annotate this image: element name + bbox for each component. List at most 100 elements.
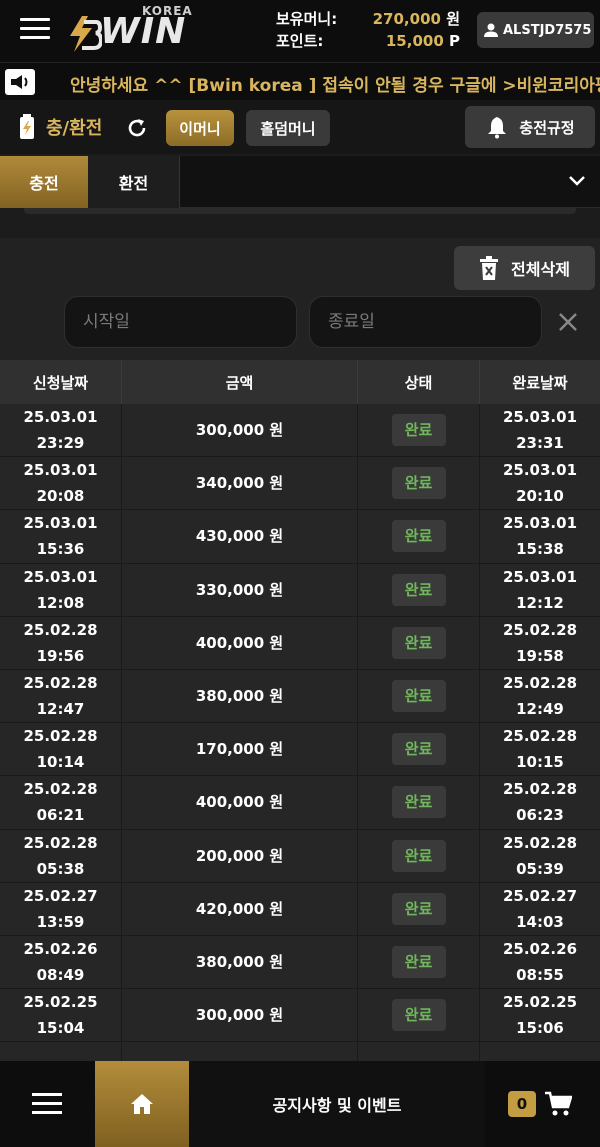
table-row[interactable]: 25.02.28 06:21 400,000 원 완료 25.02.28 06:23	[0, 776, 600, 830]
username: ALSTJD7575	[503, 22, 592, 38]
complete-date: 25.02.28	[502, 833, 578, 852]
points-value: 15,000	[385, 32, 444, 50]
header-status[interactable]: 상태	[358, 360, 480, 404]
request-date: 25.02.28	[23, 620, 98, 639]
status-cell: 완료	[358, 989, 480, 1042]
request-datetime: 25.02.28 05:38	[0, 829, 122, 882]
chevron-down-icon[interactable]	[568, 174, 586, 188]
complete-date: 25.02.28	[502, 674, 578, 693]
complete-time: 23:31	[516, 434, 564, 453]
table-row[interactable]: 25.02.25 15:04 300,000 원 완료 25.02.25 15:06	[0, 989, 600, 1043]
tab-charge[interactable]: 충전	[0, 156, 88, 208]
table-row[interactable]: 25.03.01 20:08 340,000 원 완료 25.03.01 20:10	[0, 457, 600, 511]
status-badge: 완료	[391, 573, 446, 606]
status-cell: 완료	[358, 457, 480, 510]
notice-events-button[interactable]: 공지사항 및 이벤트	[189, 1061, 485, 1147]
header-request-date[interactable]: 신청날짜	[0, 360, 122, 404]
status-cell: 완료	[358, 669, 480, 723]
money-unit: 원	[446, 10, 460, 28]
end-date-input[interactable]	[309, 296, 542, 348]
money-value: 270,000	[372, 10, 441, 28]
status-badge: 완료	[391, 680, 446, 713]
user-button[interactable]: ALSTJD7575	[477, 12, 594, 48]
header-complete-date[interactable]: 완료날짜	[480, 360, 600, 404]
request-time: 12:47	[36, 700, 85, 719]
holdem-money-tab[interactable]: 홀덤머니	[246, 110, 330, 146]
battery-charge-icon	[20, 114, 34, 139]
status-cell: 완료	[358, 563, 480, 616]
status-cell: 완료	[358, 616, 480, 669]
amount-cell: 300,000 원	[122, 989, 358, 1042]
complete-datetime: 25.02.25 15:06	[480, 989, 600, 1041]
top-header: KOREA WIN 보유머니: 포인트: 270,000 원 15,000 P …	[0, 0, 600, 62]
close-icon[interactable]	[556, 310, 580, 334]
status-cell: 완료	[358, 829, 480, 882]
money-label: 보유머니:	[276, 10, 338, 28]
complete-date: 25.02.27	[502, 886, 578, 905]
table-row[interactable]: 25.03.01 23:29 300,000 원 완료 25.03.01 23:31	[0, 404, 600, 458]
complete-date: 25.03.01	[502, 514, 578, 533]
section-title-text: 충/환전	[46, 118, 103, 139]
bottom-nav: 공지사항 및 이벤트 0	[0, 1061, 600, 1147]
request-datetime: 25.03.01 20:08	[0, 457, 122, 510]
collapsed-panel-edge	[24, 208, 576, 214]
table-row[interactable]: 25.02.26 08:49 380,000 원 완료 25.02.26 08:55	[0, 935, 600, 990]
table-header: 신청날짜 금액 상태 완료날짜	[0, 360, 600, 404]
request-date: 25.02.25	[23, 993, 98, 1012]
cart-button[interactable]: 0	[508, 1091, 572, 1117]
trash-icon	[480, 256, 499, 280]
tab-exchange[interactable]: 환전	[88, 156, 180, 208]
menu-icon[interactable]	[20, 18, 50, 44]
complete-datetime: 25.02.28 12:49	[480, 670, 600, 722]
complete-time: 06:23	[516, 806, 564, 825]
status-cell: 완료	[358, 723, 480, 776]
complete-date: 25.02.25	[502, 993, 578, 1012]
table-row[interactable]: 25.02.28 12:47 380,000 원 완료 25.02.28 12:49	[0, 669, 600, 724]
status-cell: 완료	[358, 404, 480, 457]
logo[interactable]: KOREA WIN	[66, 4, 206, 56]
request-time: 08:49	[36, 965, 85, 984]
request-datetime: 25.02.25 15:04	[0, 989, 122, 1042]
menu-icon[interactable]	[32, 1093, 62, 1117]
start-date-input[interactable]	[64, 296, 297, 348]
complete-time: 14:03	[516, 912, 564, 931]
amount-cell: 420,000 원	[122, 882, 358, 935]
status-cell: 완료	[358, 935, 480, 989]
refresh-icon[interactable]	[124, 116, 150, 140]
complete-datetime: 25.02.28 10:15	[480, 723, 600, 775]
request-time: 10:14	[36, 753, 85, 772]
header-amount[interactable]: 금액	[122, 360, 358, 404]
delete-all-button[interactable]: 전체삭제	[454, 246, 595, 290]
bell-icon	[488, 117, 507, 139]
status-cell: 완료	[358, 510, 480, 563]
status-badge: 완료	[391, 999, 446, 1032]
table-row[interactable]: 25.03.01 15:36 430,000 원 완료 25.03.01 15:38	[0, 510, 600, 564]
status-cell: 완료	[358, 882, 480, 935]
table-row[interactable]: 25.02.28 05:38 200,000 원 완료 25.02.28 05:39	[0, 829, 600, 883]
request-time: 19:56	[36, 646, 85, 665]
table-row[interactable]: 25.03.01 12:08 330,000 원 완료 25.03.01 12:12	[0, 563, 600, 617]
request-datetime: 25.03.01 23:29	[0, 404, 122, 457]
charge-rules-label: 충전규정	[519, 118, 575, 137]
complete-date: 25.02.28	[502, 727, 578, 746]
balance-values: 270,000 원 15,000 P	[373, 8, 460, 52]
complete-datetime: 25.02.28 06:23	[480, 776, 600, 828]
complete-date: 25.03.01	[502, 567, 578, 586]
user-icon	[484, 23, 498, 37]
home-button[interactable]	[95, 1061, 189, 1147]
history-panel: 전체삭제 신청날짜 금액 상태 완료날짜 25.03.01 23:29 300,0…	[0, 238, 600, 1147]
table-row[interactable]: 25.02.28 10:14 170,000 원 완료 25.02.28 10:15	[0, 723, 600, 777]
section-title: 충/환전	[18, 114, 102, 140]
charge-rules-button[interactable]: 충전규정	[465, 106, 595, 148]
table-row[interactable]: 25.02.28 19:56 400,000 원 완료 25.02.28 19:58	[0, 616, 600, 670]
points-line: 15,000 P	[373, 30, 460, 52]
request-time: 13:59	[36, 912, 85, 931]
request-datetime: 25.02.28 10:14	[0, 723, 122, 776]
complete-date: 25.02.28	[502, 780, 578, 799]
table-row[interactable]: 25.02.27 13:59 420,000 원 완료 25.02.27 14:03	[0, 882, 600, 936]
emoney-tab[interactable]: 이머니	[166, 110, 234, 146]
megaphone-icon	[5, 69, 35, 95]
request-datetime: 25.02.28 19:56	[0, 616, 122, 669]
request-time: 20:08	[36, 487, 85, 506]
complete-datetime: 25.02.28 05:39	[480, 830, 600, 882]
